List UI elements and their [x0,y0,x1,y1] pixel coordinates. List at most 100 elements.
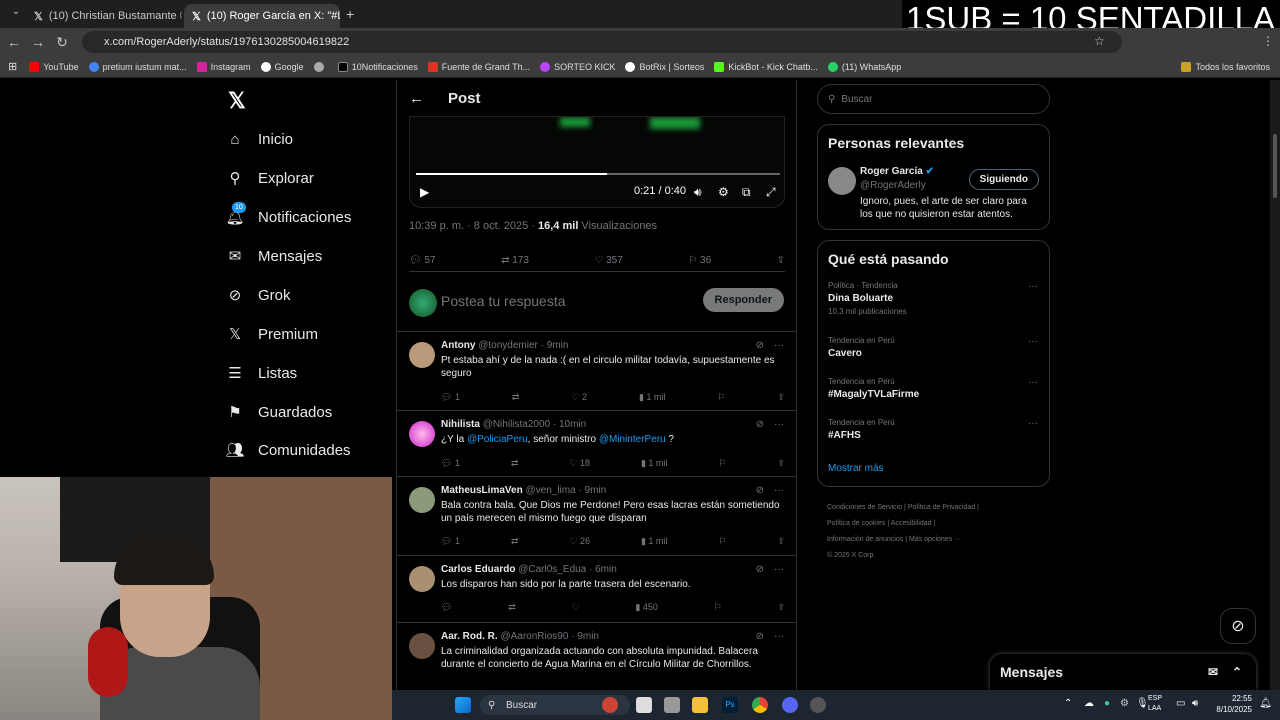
tray-app-icon[interactable]: ⚙ [1120,698,1129,709]
reply-tweet[interactable]: Nihilista @Nihilista2000 · 10min ⊘ ··· ¿Y… [397,411,796,477]
new-tab-button[interactable]: + [346,6,354,22]
grok-fab-button[interactable]: ⊘ [1220,608,1256,644]
more-icon[interactable]: ··· [1028,418,1038,429]
share-icon[interactable]: ⇪ [777,536,785,547]
like-action[interactable]: ♡ 357 [594,255,622,266]
taskbar-clock[interactable]: 22:55 8/10/2025 [1216,693,1252,715]
nav-item-grok[interactable]: ⊘ Grok [226,286,291,305]
nav-item-premium[interactable]: 𝕏 Premium [226,325,318,344]
bookmark-google[interactable]: Google [260,61,304,72]
trend-item[interactable]: Tendencia en Perú Cavero ··· [828,336,1038,359]
bookmark-icon[interactable]: ⚐ [714,602,722,613]
file-explorer-icon[interactable] [692,697,708,713]
show-more-link[interactable]: Mostrar más [828,463,884,474]
reply-action[interactable]: 💬︎ 1 [441,536,460,547]
like-action[interactable]: ♡ 18 [569,458,590,469]
compose-message-icon[interactable]: ✉ [1208,665,1218,679]
windows-start-icon[interactable] [455,697,471,713]
volume-icon[interactable]: 🔊︎ [694,185,702,200]
url-bar[interactable]: x.com/RogerAderly/status/197613028500461… [82,31,1122,53]
like-action[interactable]: ♡ 26 [569,536,590,547]
more-icon[interactable]: ··· [1028,336,1038,347]
bookmark-kickbot[interactable]: KickBot - Kick Chatb... [714,61,818,72]
mention-link[interactable]: @MininterPeru [599,434,666,445]
footer-link[interactable]: Política de Privacidad [908,504,975,511]
notification-bell-icon[interactable]: 🔔︎ [1259,698,1272,709]
forward-icon[interactable]: → [26,34,50,50]
app-icon[interactable] [664,697,680,713]
trend-item[interactable]: Política · Tendencia Dina Boluarte 10,3 … [828,281,1038,316]
task-view-icon[interactable] [636,697,652,713]
all-bookmarks[interactable]: Todos los favoritos [1181,61,1270,72]
footer-link[interactable]: Política de cookies [827,520,885,527]
more-icon[interactable]: ··· [1028,281,1038,292]
cloud-icon[interactable]: ☁ [1084,698,1094,709]
photoshop-icon[interactable]: Ps [722,697,738,713]
like-action[interactable]: ♡ 2 [571,392,587,403]
discord-icon[interactable] [782,697,798,713]
share-icon[interactable]: ⇪ [777,392,785,403]
author-name[interactable]: Aar. Rod. R. [441,631,498,642]
widgets-icon[interactable] [602,697,618,713]
bookmark-star-icon[interactable]: ☆ [1094,34,1105,48]
expand-drawer-icon[interactable]: ⌃ [1232,665,1242,679]
post-timestamp[interactable]: 10:39 p. m. · 8 oct. 2025 · [409,220,538,232]
views-action[interactable]: ▮ 1 mil [641,536,667,547]
scroll-thumb[interactable] [1273,134,1277,198]
more-icon[interactable]: ··· [1028,377,1038,388]
bookmark-fuente-gta[interactable]: Fuente de Grand Th... [427,61,530,72]
reload-icon[interactable]: ↻ [50,34,74,51]
reply-tweet[interactable]: Antony @tonydemier · 9min ⊘ ··· Pt estaba… [397,332,796,411]
bookmark-10notificaciones[interactable]: 10Notificaciones [337,61,418,72]
mention-link[interactable]: @PoliciaPeru [467,434,528,445]
views-action[interactable]: ▮ 1 mil [641,458,667,469]
apps-icon[interactable]: ⊞ [8,60,17,73]
bookmark-youtube[interactable]: YouTube [29,61,79,72]
fullscreen-icon[interactable]: ⤢ [766,185,776,200]
share-icon[interactable]: ⇪ [777,458,785,469]
app-icon[interactable] [810,697,826,713]
repost-action[interactable]: ⇄ [512,392,520,403]
volume-icon[interactable]: 🔊︎ [1192,698,1198,709]
more-icon[interactable]: ··· [774,564,784,575]
nav-item-mensajes[interactable]: ✉ Mensajes [226,247,323,266]
author-name[interactable]: Nihilista [441,419,480,430]
reply-tweet[interactable]: MatheusLimaVen @ven_lima · 9min ⊘ ··· Bal… [397,477,796,556]
bookmark-botrix[interactable]: BotRix | Sorteos [625,61,704,72]
grok-icon[interactable]: ⊘ [756,564,764,575]
repost-action[interactable]: ⇄ [508,602,516,613]
reply-input[interactable]: Postea tu respuesta [441,293,566,309]
messages-drawer[interactable]: Mensajes ✉ ⌃ [990,654,1256,690]
repost-action[interactable]: ⇄ 173 [501,255,529,266]
views-action[interactable]: ▮ 450 [635,602,657,613]
following-button[interactable]: Siguiendo [968,169,1039,190]
back-icon[interactable]: ← [2,34,26,50]
footer-link[interactable]: Condiciones de Servicio [827,504,902,511]
share-icon[interactable]: ⇪ [777,255,785,266]
author-name[interactable]: Carlos Eduardo [441,564,515,575]
bookmark-action[interactable]: ⚐ 36 [688,255,711,266]
footer-link[interactable]: Accesibilidad [891,520,932,527]
reply-tweet[interactable]: Aar. Rod. R. @AaronRios90 · 9min ⊘ ··· La… [397,623,796,696]
language-indicator[interactable]: ESP LAA [1148,694,1162,714]
pip-icon[interactable]: ⧉ [742,185,751,200]
nav-item-comunidades[interactable]: 👥︎ Comunidades [225,441,350,460]
nav-item-guardados[interactable]: ⚑ Guardados [226,403,332,422]
grok-icon[interactable]: ⊘ [756,340,764,351]
bookmark-whatsapp[interactable]: (11) WhatsApp [827,61,901,72]
tray-chevron-icon[interactable]: ⌃ [1064,698,1072,709]
menu-icon[interactable]: ⋮ [1262,34,1274,48]
browser-tab-1[interactable]: 𝕏 (10) Christian Bustamante ® en ✕ [26,4,182,28]
reply-action[interactable]: 💬︎ 1 [441,392,460,403]
nav-item-inicio[interactable]: ⌂ Inicio [226,130,293,148]
grok-icon[interactable]: ⊘ [756,419,764,430]
nav-item-notificaciones[interactable]: 🔔︎ 10 Notificaciones [225,202,351,226]
video-player[interactable]: ▶ 0:21 / 0:40 🔊︎ ⚙ ⧉ ⤢ [409,116,785,208]
footer-link[interactable]: Más opciones ··· [909,536,961,543]
avatar[interactable] [828,167,856,195]
page-scrollbar[interactable] [1270,80,1280,690]
reply-button[interactable]: Responder [702,288,784,312]
repost-action[interactable]: ⇄ [511,536,519,547]
reply-tweet[interactable]: Carlos Eduardo @Carl0s_Edua · 6min ⊘ ··· … [397,556,796,623]
tab-search-button[interactable]: ⌄ [4,6,28,17]
